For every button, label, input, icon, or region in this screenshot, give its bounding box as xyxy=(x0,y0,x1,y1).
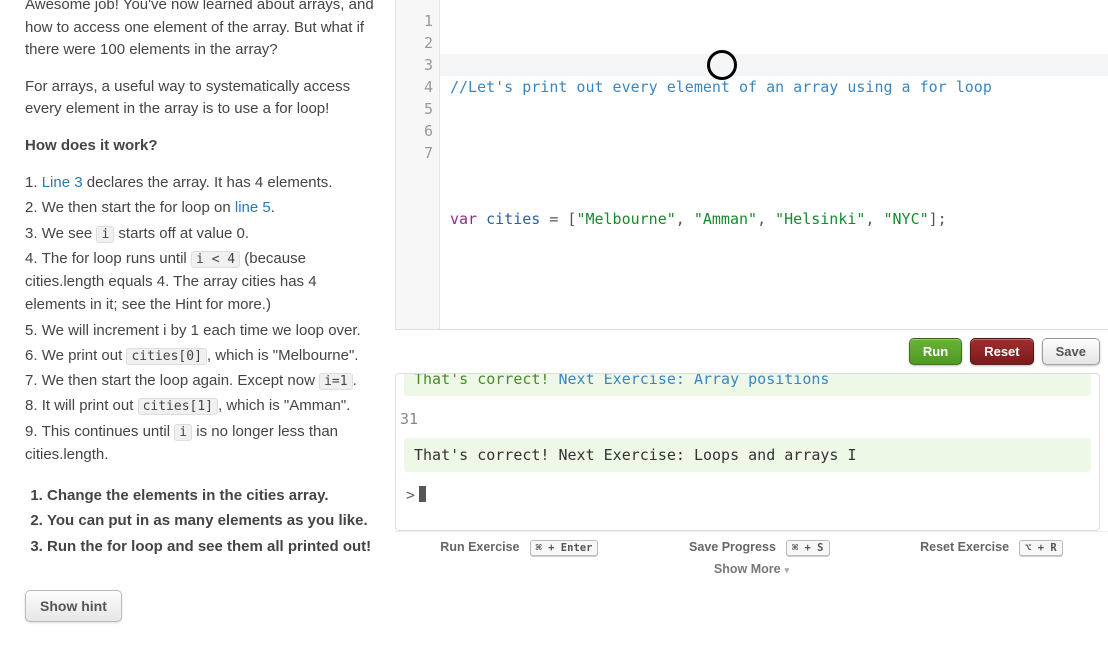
gutter-line: 4 xyxy=(396,76,433,98)
step-7: We then start the loop again. Except now… xyxy=(25,369,377,392)
step-2: We then start the for loop on line 5. xyxy=(25,196,377,219)
code-editor[interactable]: 1 2 3 4 5 6 7 //Let's print out every el… xyxy=(395,0,1108,330)
show-more-button[interactable]: Show More▾ xyxy=(395,558,1108,584)
right-panel: 1 2 3 4 5 6 7 //Let's print out every el… xyxy=(395,0,1108,650)
next-exercise-link-2[interactable]: Next Exercise: Loops and arrays I xyxy=(559,446,857,464)
intro-paragraph-2: For arrays, a useful way to systematical… xyxy=(25,76,377,121)
code-cities0: cities[0] xyxy=(126,348,206,365)
code-i-eq-1: i=1 xyxy=(319,373,352,390)
code-cities1: cities[1] xyxy=(138,398,218,415)
code-i: i xyxy=(96,226,114,243)
step-3: We see i starts off at value 0. xyxy=(25,222,377,245)
console-body: That's correct! Next Exercise: Array pos… xyxy=(396,374,1099,530)
task-2: You can put in as many elements as you l… xyxy=(47,509,377,532)
active-line-highlight xyxy=(440,54,1108,76)
shortcut-run: Run Exercise⌘ + Enter xyxy=(440,540,598,556)
next-exercise-link-1[interactable]: Next Exercise: Array positions xyxy=(559,374,830,388)
instructions-panel: Awesome job! You've now learned about ar… xyxy=(0,0,395,650)
intro-paragraph-1: Awesome job! You've now learned about ar… xyxy=(25,0,377,62)
step-8: It will print out cities[1], which is "A… xyxy=(25,394,377,417)
step-1: Line 3 declares the array. It has 4 elem… xyxy=(25,171,377,194)
shortcuts-bar: Run Exercise⌘ + Enter Save Progress⌘ + S… xyxy=(395,531,1108,558)
show-hint-button[interactable]: Show hint xyxy=(25,590,122,622)
editor-body[interactable]: //Let's print out every element of an ar… xyxy=(440,0,1108,329)
save-button[interactable]: Save xyxy=(1042,338,1100,365)
step-5: We will increment i by 1 each time we lo… xyxy=(25,319,377,342)
step-6: We print out cities[0], which is "Melbou… xyxy=(25,344,377,367)
gutter-line: 6 xyxy=(396,120,433,142)
console-success-prev: That's correct! Next Exercise: Array pos… xyxy=(404,374,1091,396)
reset-button[interactable]: Reset xyxy=(970,338,1033,365)
line5-link[interactable]: line 5 xyxy=(235,199,271,216)
step-4: The for loop runs until i < 4 (because c… xyxy=(25,247,377,317)
console-cursor xyxy=(419,486,426,502)
console-success: That's correct! Next Exercise: Loops and… xyxy=(404,438,1091,472)
how-heading: How does it work? xyxy=(25,135,377,158)
code-i-lt-4: i < 4 xyxy=(191,251,240,268)
gutter-line: 3 xyxy=(396,54,433,76)
app-root: Awesome job! You've now learned about ar… xyxy=(0,0,1108,650)
tasks-list: Change the elements in the cities array.… xyxy=(25,484,377,558)
editor-gutter: 1 2 3 4 5 6 7 xyxy=(396,0,440,329)
editor-button-bar: Run Reset Save xyxy=(395,330,1108,373)
gutter-line: 2 xyxy=(396,32,433,54)
run-button[interactable]: Run xyxy=(909,338,962,365)
kbd-save: ⌘ + S xyxy=(786,540,830,556)
gutter-line: 1 xyxy=(396,10,433,32)
task-1: Change the elements in the cities array. xyxy=(47,484,377,507)
line3-link[interactable]: Line 3 xyxy=(42,174,83,191)
gutter-line: 5 xyxy=(396,98,433,120)
task-3: Run the for loop and see them all printe… xyxy=(47,535,377,558)
output-console[interactable]: That's correct! Next Exercise: Array pos… xyxy=(395,373,1100,531)
console-prompt[interactable]: > xyxy=(396,480,1099,510)
shortcut-reset: Reset Exercise⌥ + R xyxy=(920,540,1063,556)
steps-list: Line 3 declares the array. It has 4 elem… xyxy=(25,171,377,466)
step-9: This continues until i is no longer less… xyxy=(25,420,377,467)
code-i-2: i xyxy=(174,424,192,441)
kbd-run: ⌘ + Enter xyxy=(530,540,599,556)
gutter-line: 7 xyxy=(396,142,433,164)
kbd-reset: ⌥ + R xyxy=(1019,540,1063,556)
console-line-number: 31 xyxy=(396,404,1099,434)
chevron-down-icon: ▾ xyxy=(785,565,790,575)
shortcut-save: Save Progress⌘ + S xyxy=(689,540,829,556)
code-comment: //Let's print out every element of an ar… xyxy=(450,78,992,96)
